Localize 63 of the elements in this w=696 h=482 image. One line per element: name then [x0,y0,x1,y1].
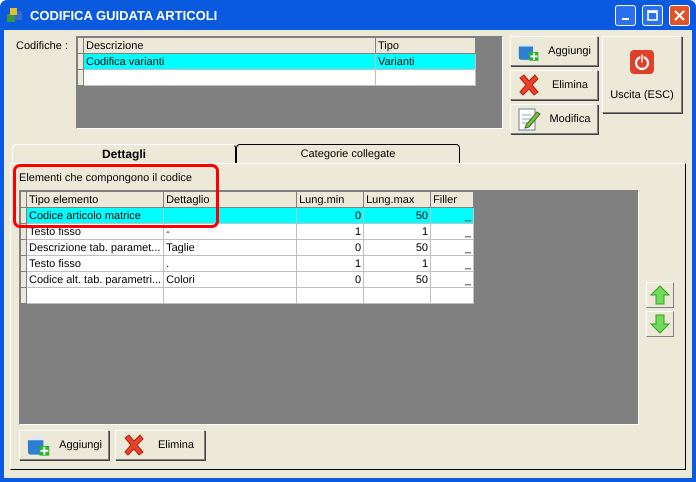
action-button[interactable]: Elimina [115,430,205,460]
table-row[interactable]: Codice alt. tab. parametri... Colori 0 50 _ [20,272,474,288]
table-cell: 1 [364,224,431,240]
table-row[interactable]: Testo fisso . 1 1 _ [20,256,474,272]
table-cell: Varianti [376,54,476,70]
table-cell: 0 [296,240,364,256]
table-cell: Codifica varianti [84,54,376,70]
table-cell: 50 [364,272,431,288]
column-header[interactable]: Lung.min [296,192,364,208]
maximize-icon [647,10,658,20]
power-icon [629,48,655,74]
delete-icon [122,433,146,457]
table-cell: . [164,256,297,272]
table-cell: Codice articolo matrice [26,208,164,224]
action-button[interactable]: Modifica [510,104,598,134]
close-icon [674,10,685,20]
edit-document-icon [517,106,541,132]
minimize-button[interactable] [615,4,636,26]
action-button[interactable]: Elimina [510,70,598,100]
move-up-button[interactable] [646,282,674,308]
close-button[interactable] [669,4,690,26]
section-caption: Elementi che compongono il codice [19,172,194,184]
minimize-icon [622,18,629,20]
table-row[interactable]: Codice articolo matrice 0 50 _ [20,208,474,224]
table-cell: - [164,224,297,240]
table-cell: _ [430,208,474,224]
column-header[interactable]: Filler [430,192,474,208]
arrow-up-icon [650,285,670,305]
column-header[interactable]: Tipo elemento [26,192,164,208]
table-cell: _ [430,240,474,256]
table-cell: _ [430,272,474,288]
table-cell: Taglie [164,240,297,256]
column-header[interactable]: Tipo [376,38,476,54]
table-row[interactable]: Descrizione tab. paramet... Taglie 0 50 _ [20,240,474,256]
action-button[interactable]: Aggiungi [19,430,109,460]
table-cell: 1 [364,256,431,272]
table-cell: _ [430,256,474,272]
exit-button[interactable]: Uscita (ESC) [602,36,682,113]
table-cell: 50 [364,208,431,224]
app-icon [6,6,24,24]
table-cell: 50 [364,240,431,256]
table-cell: Descrizione tab. paramet... [26,240,164,256]
tab[interactable]: Dettagli [12,144,236,163]
table-cell: 0 [296,272,364,288]
table-cell: _ [430,224,474,240]
table-cell: 1 [296,224,364,240]
move-down-button[interactable] [646,311,674,337]
table-cell: Codice alt. tab. parametri... [26,272,164,288]
table-cell: Testo fisso [26,256,164,272]
tab[interactable]: Categorie collegate [236,144,460,163]
action-button[interactable]: Aggiungi [510,36,598,66]
column-header[interactable]: Descrizione [84,38,376,54]
table-cell: 1 [296,256,364,272]
window-title: CODIFICA GUIDATA ARTICOLI [30,8,218,22]
field-label: Codifiche : [16,39,69,54]
column-header[interactable]: Lung.max [364,192,431,208]
delete-icon [517,73,541,97]
table-row[interactable]: Codifica varianti Varianti [78,54,476,70]
maximize-button[interactable] [642,4,663,26]
column-header[interactable]: Dettaglio [164,192,297,208]
arrow-down-icon [650,314,670,334]
table-cell: 0 [296,208,364,224]
table-cell: Colori [164,272,297,288]
